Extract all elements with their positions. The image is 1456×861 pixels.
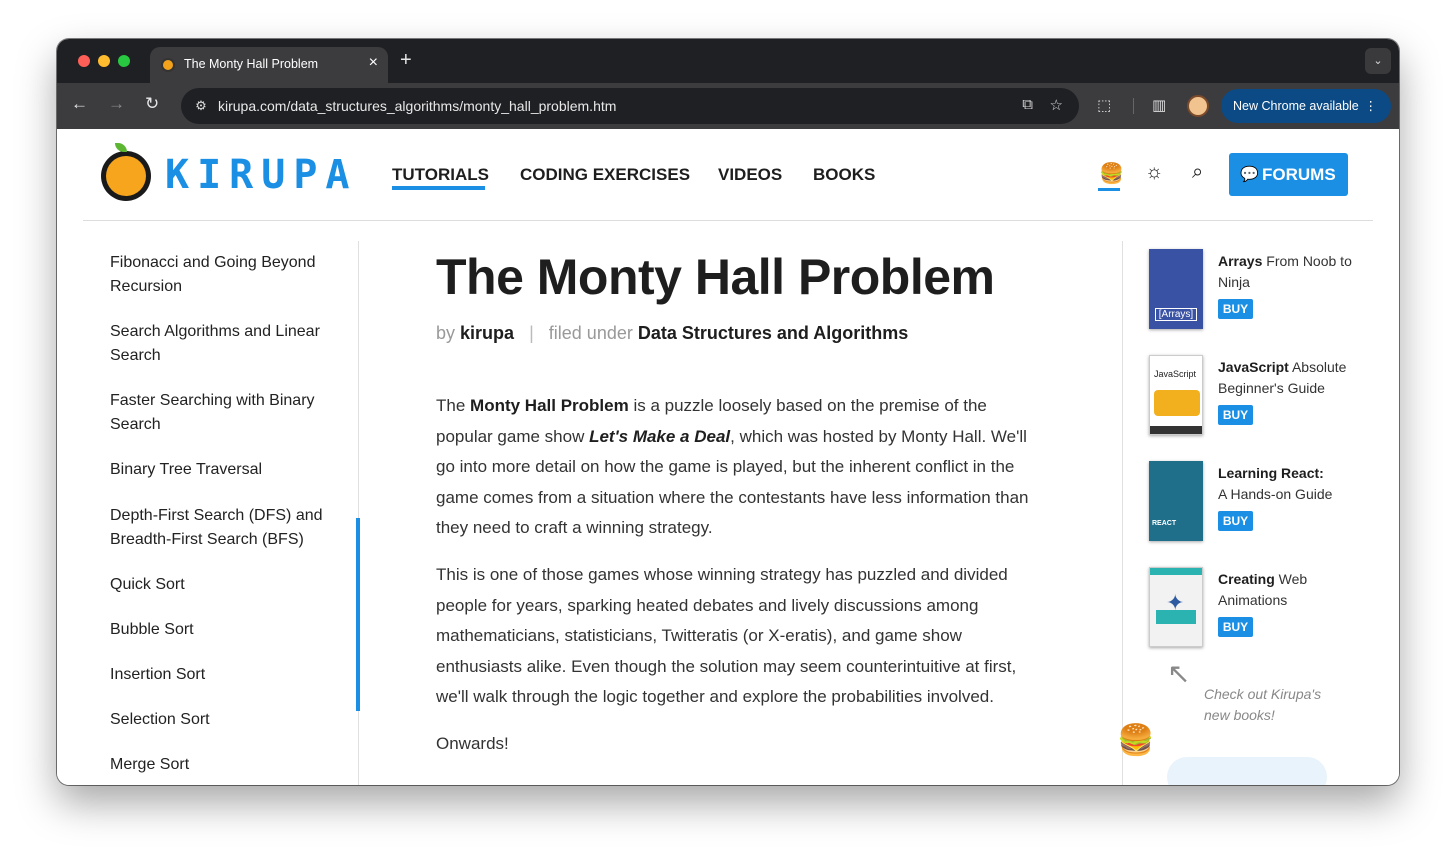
tab-title: The Monty Hall Problem <box>184 57 319 71</box>
nav-books[interactable]: BOOKS <box>813 165 875 185</box>
logo-text: KIRUPA <box>165 152 358 198</box>
p1-text-1: The <box>436 396 471 415</box>
floating-burger-icon[interactable]: 🍔 <box>1117 723 1154 758</box>
search-icon[interactable]: ⌕ <box>1192 161 1203 184</box>
parrot-icon: ✦ <box>1166 590 1185 615</box>
theme-toggle-icon[interactable]: ☼ <box>1145 161 1163 184</box>
curved-arrow-icon: ↖ <box>1167 658 1191 689</box>
p1-bold: Monty Hall Problem <box>470 396 629 415</box>
books-promo-note: Check out Kirupa's new books! <box>1204 686 1322 723</box>
nav-tutorials[interactable]: TUTORIALS <box>392 165 489 185</box>
buy-button[interactable]: BUY <box>1218 511 1253 531</box>
buy-button[interactable]: BUY <box>1218 405 1253 425</box>
more-menu-icon[interactable]: ⋮ <box>1365 89 1378 123</box>
site-info-icon[interactable]: ⚙ <box>191 96 211 116</box>
filed-under-label: filed under <box>548 323 633 343</box>
forums-button[interactable]: 💬 FORUMS <box>1229 153 1348 196</box>
sidebar-item-linear-search[interactable]: Search Algorithms and Linear Search <box>110 320 340 368</box>
book-title: Creating Web Animations <box>1218 571 1308 608</box>
cover-label: [Arrays] <box>1155 308 1197 321</box>
paragraph-second: This is one of those games whose winning… <box>436 565 1017 706</box>
favicon-icon <box>161 58 175 72</box>
cover-label: JavaScript <box>1154 369 1197 379</box>
sidebar-item-binary-search[interactable]: Faster Searching with Binary Search <box>110 389 340 437</box>
book-web-animations[interactable]: ✦ Creating Web Animations BUY <box>1149 567 1349 653</box>
reload-button[interactable]: ↻ <box>145 94 159 114</box>
book-cover-arrays[interactable]: [Arrays] <box>1149 249 1203 329</box>
new-tab-button[interactable]: + <box>400 49 412 72</box>
tab-strip: The Monty Hall Problem × + ⌄ <box>57 39 1399 83</box>
web-page: KIRUPA TUTORIALS CODING EXERCISES VIDEOS… <box>57 129 1399 785</box>
tab-monty-hall[interactable]: The Monty Hall Problem × <box>150 47 388 83</box>
nav-coding-exercises[interactable]: CODING EXERCISES <box>520 165 690 185</box>
book-javascript[interactable]: JavaScript JavaScript Absolute Beginner'… <box>1149 355 1349 441</box>
browser-window: The Monty Hall Problem × + ⌄ ← → ↻ ⚙ kir… <box>57 39 1399 785</box>
profile-avatar[interactable] <box>1187 95 1209 117</box>
bookmark-star-icon[interactable]: ☆ <box>1050 96 1063 114</box>
side-panel-icon[interactable]: ▥ <box>1152 96 1166 114</box>
right-sidebar-divider <box>1122 241 1123 785</box>
forums-label: FORUMS <box>1262 165 1336 184</box>
sidebar-item-selection-sort[interactable]: Selection Sort <box>110 708 340 732</box>
url-text[interactable]: kirupa.com/data_structures_algorithms/mo… <box>218 98 616 114</box>
book-title: Arrays From Noob to Ninja <box>1218 253 1352 290</box>
browser-toolbar: ← → ↻ ⚙ kirupa.com/data_structures_algor… <box>57 83 1399 129</box>
forward-button[interactable]: → <box>108 94 125 114</box>
by-label: by <box>436 323 456 343</box>
sidebar-item-bubble-sort[interactable]: Bubble Sort <box>110 618 340 642</box>
sidebar-item-dfs-bfs[interactable]: Depth-First Search (DFS) and Breadth-Fir… <box>110 504 340 552</box>
sidebar-item-fibonacci[interactable]: Fibonacci and Going Beyond Recursion <box>110 251 340 299</box>
chat-icon: 💬 <box>1240 166 1259 183</box>
new-chrome-available-button[interactable]: New Chrome available ⋮ <box>1221 89 1391 123</box>
byline: by kirupa | filed under Data Structures … <box>436 323 908 344</box>
cover-graphic <box>1154 390 1200 416</box>
book-cover-react[interactable]: REACT <box>1149 461 1203 541</box>
p1-show-name: Let's Make a Deal <box>589 426 731 446</box>
page-title: The Monty Hall Problem <box>436 249 995 305</box>
tab-search-dropdown-icon[interactable]: ⌄ <box>1365 48 1391 74</box>
active-nav-underline <box>392 186 485 190</box>
book-arrays[interactable]: [Arrays] Arrays From Noob to Ninja BUY <box>1149 249 1352 335</box>
book-title: Learning React: A Hands-on Guide <box>1218 465 1333 502</box>
cloud-decoration <box>1167 757 1327 785</box>
paragraph-intro: The Monty Hall Problem is a puzzle loose… <box>436 391 1046 544</box>
category-link[interactable]: Data Structures and Algorithms <box>638 323 908 343</box>
cover-label: REACT <box>1152 520 1177 527</box>
tab-close-icon[interactable]: × <box>369 54 378 72</box>
article: The Monty Hall Problem by kirupa | filed… <box>436 247 1056 753</box>
sidebar-scroll-indicator[interactable] <box>356 518 360 711</box>
update-label: New Chrome available <box>1233 99 1359 113</box>
install-app-icon[interactable]: ⧉ <box>1022 96 1033 113</box>
book-learning-react[interactable]: REACT Learning React: A Hands-on Guide B… <box>1149 461 1349 547</box>
buy-button[interactable]: BUY <box>1218 299 1253 319</box>
sidebar-item-binary-tree-traversal[interactable]: Binary Tree Traversal <box>110 458 340 482</box>
leaf-icon <box>115 143 127 152</box>
cover-graphic <box>1150 426 1202 434</box>
book-title: JavaScript Absolute Beginner's Guide <box>1218 359 1347 396</box>
minimize-window-button[interactable] <box>98 55 110 67</box>
book-cover-javascript[interactable]: JavaScript <box>1149 355 1203 435</box>
address-bar[interactable]: ⚙ kirupa.com/data_structures_algorithms/… <box>181 88 1079 124</box>
back-button[interactable]: ← <box>71 94 88 114</box>
extensions-icon[interactable]: ⬚ <box>1097 96 1111 114</box>
paragraph-onwards: Onwards! <box>436 734 509 753</box>
sidebar-item-insertion-sort[interactable]: Insertion Sort <box>110 663 340 687</box>
author-link[interactable]: kirupa <box>460 323 514 343</box>
header-divider <box>83 220 1373 221</box>
cover-graphic <box>1150 568 1202 575</box>
sidebar-item-merge-sort[interactable]: Merge Sort <box>110 753 340 777</box>
toolbar-separator <box>1133 98 1134 114</box>
close-window-button[interactable] <box>78 55 90 67</box>
book-cover-web-animations[interactable]: ✦ <box>1149 567 1203 647</box>
burger-icon[interactable]: 🍔 <box>1099 161 1124 186</box>
nav-videos[interactable]: VIDEOS <box>718 165 782 185</box>
burger-underline <box>1098 188 1120 191</box>
byline-separator: | <box>529 323 534 343</box>
buy-button[interactable]: BUY <box>1218 617 1253 637</box>
orange-logo-icon <box>101 151 151 201</box>
maximize-window-button[interactable] <box>118 55 130 67</box>
sidebar-item-quick-sort[interactable]: Quick Sort <box>110 573 340 597</box>
